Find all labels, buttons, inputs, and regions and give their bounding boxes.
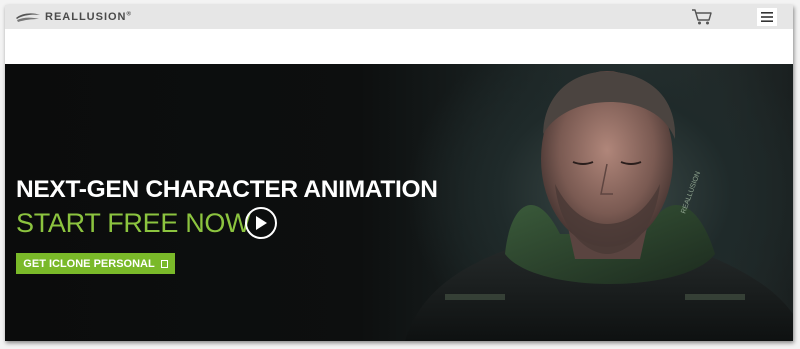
start-free-link[interactable]: START FREE NOW xyxy=(16,208,251,239)
browser-page: REALLUSION® REALLUSION NEXT-GEN CHARACTE… xyxy=(5,5,793,341)
reallusion-swoosh-icon xyxy=(16,13,40,22)
secondary-bar xyxy=(5,29,793,64)
hamburger-menu-icon xyxy=(761,12,773,22)
reallusion-logo[interactable]: REALLUSION® xyxy=(15,9,132,25)
svg-text:REALLUSION: REALLUSION xyxy=(680,171,702,215)
external-link-icon xyxy=(160,259,168,268)
hero-banner: REALLUSION NEXT-GEN CHARACTER ANIMATION … xyxy=(5,64,793,341)
hamburger-menu-button[interactable] xyxy=(757,8,777,26)
hero-character-image: REALLUSION xyxy=(405,71,793,341)
top-navigation-bar: REALLUSION® xyxy=(5,5,793,29)
cta-label: GET ICLONE PERSONAL xyxy=(23,257,155,270)
play-icon xyxy=(256,216,267,230)
brand-name: REALLUSION® xyxy=(45,11,132,23)
get-iclone-personal-button[interactable]: GET ICLONE PERSONAL xyxy=(16,253,175,274)
hero-headline: NEXT-GEN CHARACTER ANIMATION xyxy=(16,176,438,203)
cart-icon[interactable] xyxy=(691,8,713,26)
play-video-button[interactable] xyxy=(245,207,277,239)
